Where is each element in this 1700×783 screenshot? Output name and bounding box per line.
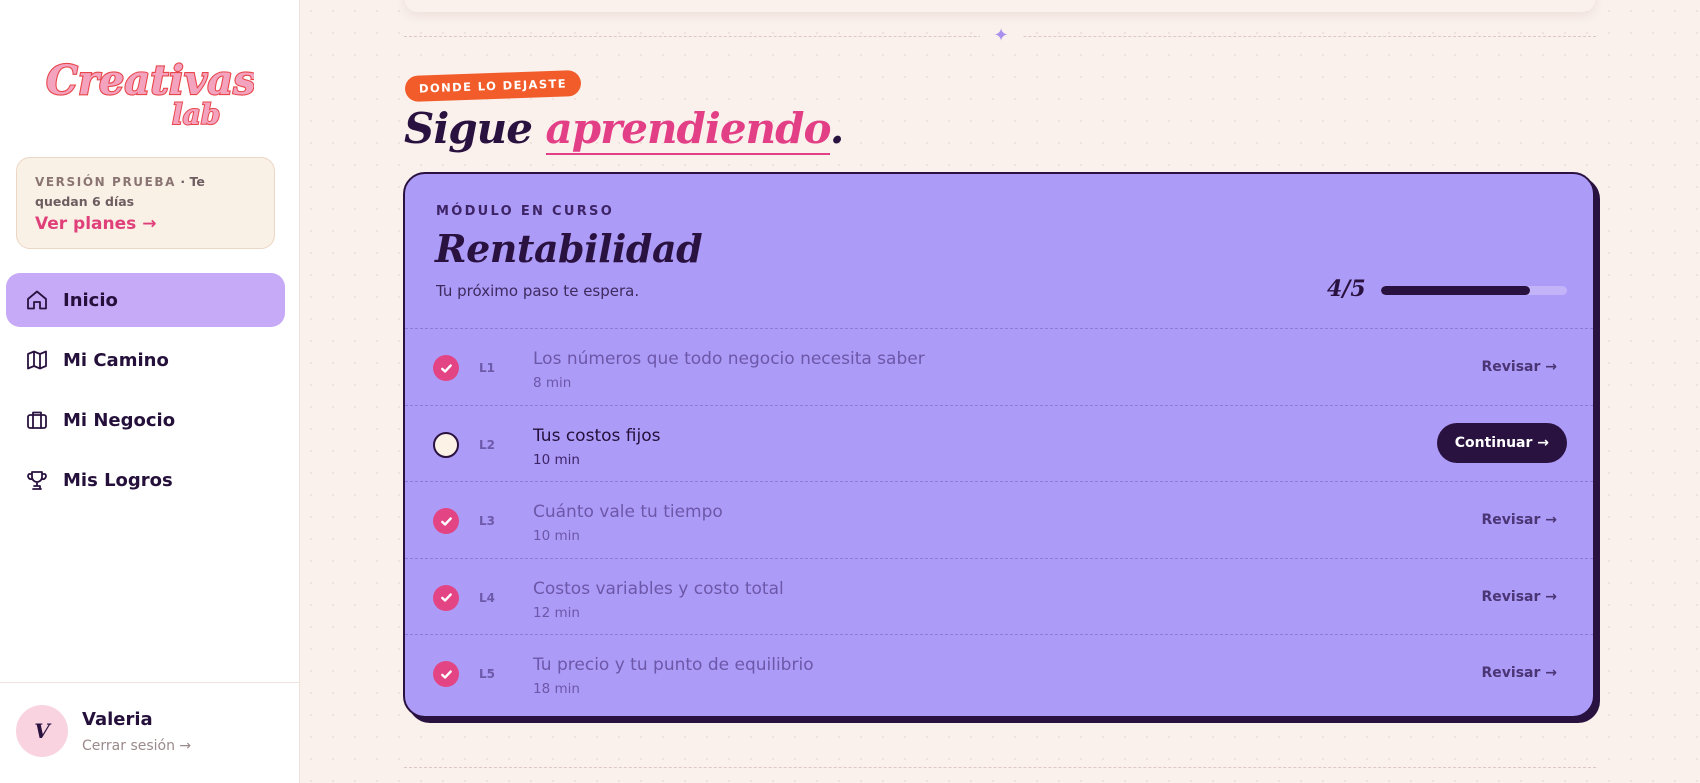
logout-link[interactable]: Cerrar sesión →: [82, 738, 191, 754]
see-plans-link[interactable]: Ver planes →: [35, 214, 256, 234]
creativas-lab-logo[interactable]: Creativas lab: [44, 50, 257, 132]
lesson-code: L1: [479, 361, 495, 375]
lesson-duration: 8 min: [533, 375, 572, 391]
previous-card-edge: [405, 0, 1595, 12]
module-eyebrow: MÓDULO EN CURSO: [436, 204, 615, 219]
avatar[interactable]: V: [16, 705, 68, 757]
lesson-row[interactable]: L3 Cuánto vale tu tiempo 10 min Revisar …: [405, 481, 1593, 558]
lesson-row-current[interactable]: L2 Tus costos fijos 10 min Continuar →: [405, 404, 1593, 482]
briefcase-icon: [27, 411, 47, 429]
sparkle-divider: ✦: [980, 25, 1022, 47]
heading-part: Sigue: [404, 104, 546, 153]
lesson-title: Cuánto vale tu tiempo: [533, 502, 723, 522]
review-link[interactable]: Revisar →: [1482, 589, 1558, 605]
lesson-title: Los números que todo negocio necesita sa…: [533, 349, 925, 369]
section-heading: Sigue aprendiendo.: [404, 104, 845, 155]
lesson-row[interactable]: L1 Los números que todo negocio necesita…: [405, 328, 1593, 405]
review-link[interactable]: Revisar →: [1482, 665, 1558, 681]
nav-item-inicio[interactable]: Inicio: [6, 273, 285, 327]
lesson-title: Tu precio y tu punto de equilibrio: [533, 655, 814, 675]
module-card: MÓDULO EN CURSO Rentabilidad Tu próximo …: [403, 172, 1595, 718]
map-icon: [27, 350, 47, 370]
progress-fill: [1381, 286, 1530, 295]
nav-label: Mi Negocio: [63, 409, 176, 431]
main-nav: Inicio Mi Camino Mi Negocio Mis Logros: [6, 273, 285, 513]
nav-label: Mis Logros: [63, 469, 173, 491]
progress-bar: [1381, 286, 1567, 295]
nav-item-mi-negocio[interactable]: Mi Negocio: [6, 393, 285, 447]
lesson-duration: 12 min: [533, 604, 580, 621]
review-link[interactable]: Revisar →: [1482, 512, 1558, 528]
lesson-code: L4: [479, 590, 495, 605]
lesson-code: L2: [479, 437, 495, 452]
heading-accent: aprendiendo: [545, 104, 831, 155]
heading-end: .: [829, 104, 845, 153]
lesson-list: L1 Los números que todo negocio necesita…: [405, 328, 1593, 711]
logo-wordmark-bottom: lab: [172, 98, 220, 130]
completed-check-icon: [433, 355, 459, 381]
sidebar: Creativas lab VERSIÓN PRUEBA · Te quedan…: [0, 0, 300, 783]
completed-check-icon: [433, 584, 459, 611]
lesson-title: Costos variables y costo total: [533, 578, 784, 599]
logo-wordmark-top: Creativas: [46, 57, 254, 104]
lesson-title: Tus costos fijos: [533, 425, 661, 446]
pending-circle-icon: [433, 431, 459, 458]
lesson-duration: 10 min: [533, 528, 580, 544]
lesson-duration: 10 min: [533, 451, 580, 468]
nav-label: Mi Camino: [63, 349, 169, 371]
progress-label: 4/5: [1327, 276, 1366, 302]
lesson-code: L5: [479, 667, 495, 681]
module-title: Rentabilidad: [435, 226, 703, 271]
lesson-code: L3: [479, 514, 495, 528]
lesson-row[interactable]: L5 Tu precio y tu punto de equilibrio 18…: [405, 634, 1593, 711]
trial-info: VERSIÓN PRUEBA · Te quedan 6 días: [35, 172, 256, 211]
trial-tag: VERSIÓN PRUEBA: [35, 175, 177, 189]
continue-button[interactable]: Continuar →: [1436, 422, 1567, 463]
lesson-row[interactable]: L4 Costos variables y costo total 12 min…: [405, 557, 1593, 635]
trophy-icon: [27, 471, 47, 490]
review-link[interactable]: Revisar →: [1482, 359, 1558, 375]
section-divider-bottom: [404, 767, 1596, 768]
trial-box: VERSIÓN PRUEBA · Te quedan 6 días Ver pl…: [16, 157, 275, 249]
completed-check-icon: [433, 508, 459, 534]
module-subtitle: Tu próximo paso te espera.: [436, 282, 640, 300]
sparkle-icon: ✦: [993, 25, 1009, 46]
home-icon: [27, 290, 47, 310]
lesson-duration: 18 min: [533, 681, 580, 697]
nav-item-mis-logros[interactable]: Mis Logros: [6, 453, 285, 507]
nav-label: Inicio: [63, 289, 118, 311]
completed-check-icon: [433, 661, 459, 687]
nav-item-mi-camino[interactable]: Mi Camino: [6, 333, 285, 387]
user-name: Valeria: [82, 709, 153, 730]
user-area: V Valeria Cerrar sesión →: [0, 682, 300, 783]
